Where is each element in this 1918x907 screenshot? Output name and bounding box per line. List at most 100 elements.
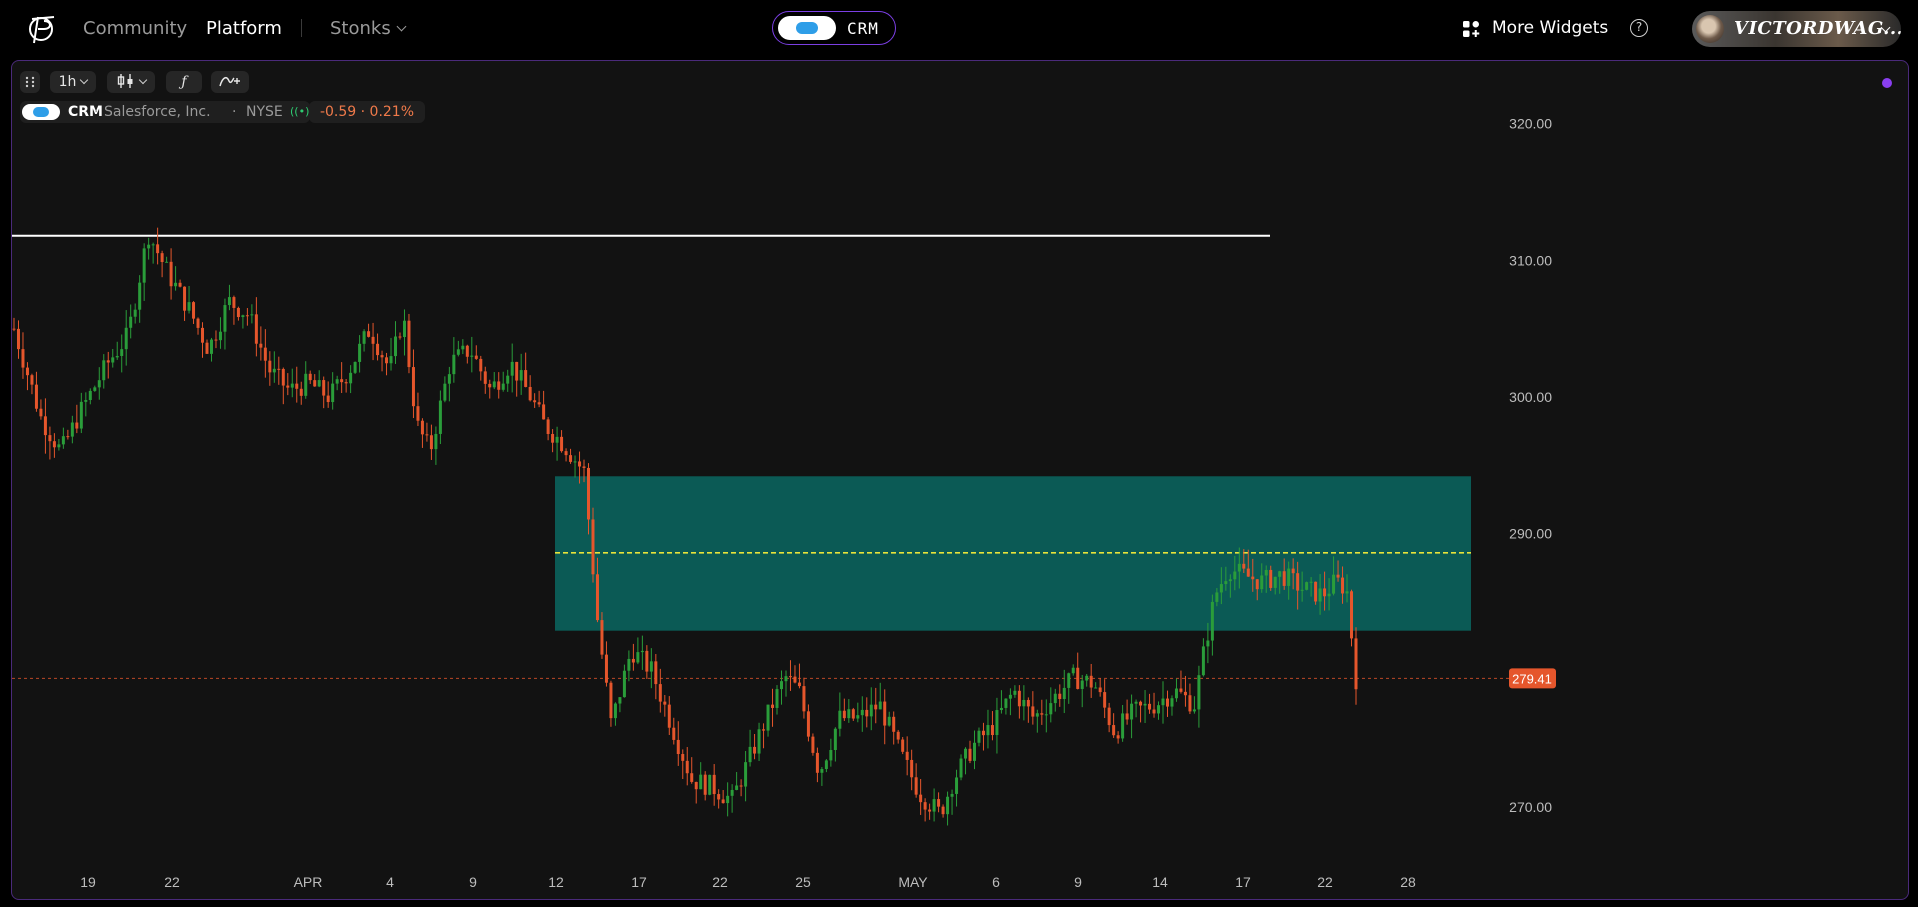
candle-body (771, 704, 775, 708)
help-icon[interactable]: ? (1630, 19, 1648, 37)
candle-body (497, 381, 501, 390)
candle-body (860, 709, 864, 716)
candle-body (420, 420, 424, 435)
candle-body (1121, 713, 1125, 739)
drag-handle-icon[interactable] (20, 71, 40, 93)
chart-type-dropdown[interactable] (107, 71, 155, 93)
user-menu[interactable]: VICTORDWAG... (1692, 11, 1901, 47)
candle-body (1210, 601, 1214, 641)
candle-body (806, 711, 810, 737)
nav-stonks-label: Stonks (330, 18, 391, 39)
candle-body (569, 455, 573, 462)
candle-body (209, 339, 213, 354)
nav-community[interactable]: Community (83, 18, 187, 39)
candle-body (681, 754, 685, 761)
candle-body (349, 372, 353, 384)
candle-body (667, 704, 671, 728)
candle-body (582, 466, 586, 468)
candle-body (452, 354, 456, 375)
candle-body (241, 315, 245, 318)
nav-divider (301, 19, 302, 37)
candle-body (1148, 703, 1152, 710)
candle-body (304, 373, 308, 396)
candle-body (201, 327, 205, 343)
candle-body (533, 400, 537, 403)
candle-body (111, 357, 115, 363)
y-tick-label: 320.00 (1509, 116, 1552, 132)
candle-body (133, 309, 137, 317)
candle-body (1233, 571, 1237, 580)
more-widgets-button[interactable]: More Widgets (1462, 18, 1608, 38)
ticker-symbol: CRM (847, 19, 879, 38)
candle-body (609, 682, 613, 719)
candle-body (1345, 591, 1349, 594)
candle-body (461, 345, 465, 350)
x-tick-label: 17 (1235, 874, 1251, 890)
candle-body (1103, 692, 1107, 708)
price-chart[interactable]: 320.00 310.00 300.00 290.00 270.00 279.41 19 22… (12, 61, 1908, 899)
candle-body (591, 519, 595, 575)
candle-body (254, 314, 258, 344)
candle-body (1183, 691, 1187, 696)
drawing-tools-button[interactable] (211, 71, 249, 93)
candle-body (43, 416, 47, 436)
candle-body (793, 676, 797, 683)
candle-body (910, 759, 914, 778)
candle-body (712, 774, 716, 795)
candle-body (551, 433, 555, 443)
interval-dropdown[interactable]: 1h (50, 71, 96, 93)
x-tick-label: 14 (1152, 874, 1168, 890)
candle-body (627, 658, 631, 671)
candles-icon (117, 74, 132, 88)
candle-body (205, 342, 209, 354)
candle-body (1161, 698, 1165, 706)
candle-body (394, 336, 398, 357)
candle-body (613, 703, 617, 719)
candle-body (546, 419, 550, 434)
candle-body (815, 752, 819, 773)
candle-body (1300, 589, 1304, 591)
candle-body (1157, 705, 1161, 714)
candle-body (367, 331, 371, 337)
nav-platform[interactable]: Platform (206, 18, 282, 39)
candle-body (434, 433, 438, 450)
candle-body (245, 315, 249, 317)
app-logo-icon[interactable] (24, 11, 60, 47)
status-dot-icon (1882, 78, 1892, 88)
candle-body (1089, 675, 1093, 688)
candle-body (919, 794, 923, 803)
candle-body (443, 383, 447, 401)
x-tick-label: 25 (795, 874, 811, 890)
y-tick-label: 310.00 (1509, 252, 1552, 268)
candle-body (946, 796, 950, 815)
salesforce-logo-icon (778, 16, 836, 40)
candle-body (1242, 563, 1246, 569)
candle-body (1309, 581, 1313, 583)
candle-body (636, 652, 640, 663)
candle-body (811, 736, 815, 753)
more-widgets-label: More Widgets (1492, 18, 1609, 38)
candle-body (654, 661, 658, 685)
candle-body (1255, 579, 1259, 590)
candle-body (1094, 687, 1098, 689)
candle-body (887, 716, 891, 726)
candle-body (901, 739, 905, 752)
candle-body (1004, 698, 1008, 708)
candle-body (869, 704, 873, 717)
candle-body (425, 434, 429, 436)
candle-body (676, 739, 680, 755)
candle-body (1327, 593, 1331, 597)
candle-body (968, 748, 972, 761)
candle-body (25, 367, 29, 376)
nav-stonks-dropdown[interactable]: Stonks (330, 18, 407, 39)
candle-body (1264, 569, 1268, 576)
candle-body (407, 320, 411, 368)
username: VICTORDWAG... (1734, 18, 1901, 39)
candle-body (1287, 568, 1291, 586)
ticker-selector[interactable]: CRM (772, 11, 896, 45)
candle-body (1076, 667, 1080, 689)
indicators-button[interactable]: ƒ (166, 71, 202, 93)
candle-body (1282, 571, 1286, 586)
candle-body (510, 361, 514, 376)
candle-body (344, 382, 348, 384)
